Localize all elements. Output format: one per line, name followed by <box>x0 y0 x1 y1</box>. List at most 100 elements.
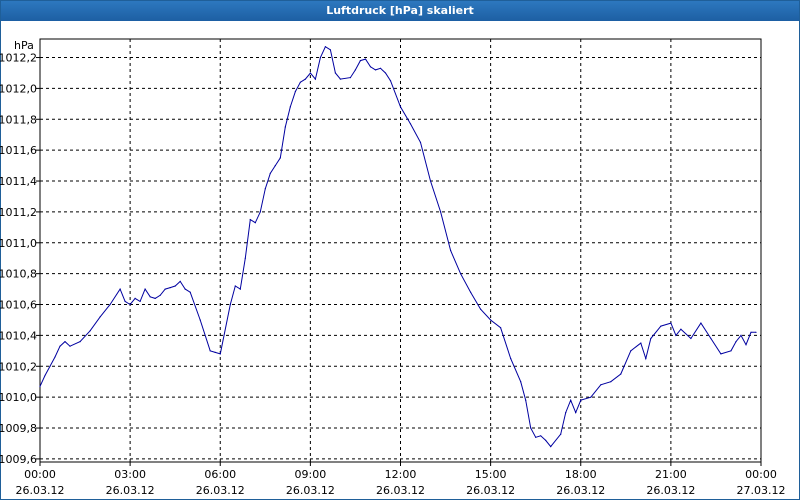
data-point <box>164 288 166 290</box>
data-point <box>69 345 71 347</box>
x-tick-date: 26.03.12 <box>466 484 515 497</box>
data-point <box>550 446 552 448</box>
data-point <box>750 331 752 333</box>
y-tick-label: 1011,6 <box>0 144 37 157</box>
x-tick-time: 12:00 <box>385 468 417 481</box>
x-tick-date: 26.03.12 <box>196 484 245 497</box>
data-point <box>650 337 652 340</box>
data-point <box>470 291 472 293</box>
luftdruck-chart: 1012,2 1012,0 1011,8 1011,6 1011,4 1011,2 1011… <box>0 38 785 497</box>
y-tick-label: 1010,4 <box>0 329 37 342</box>
data-point <box>399 106 402 108</box>
data-point <box>419 141 422 143</box>
data-point <box>49 365 51 367</box>
x-tick-time: 18:00 <box>565 468 597 481</box>
data-point <box>600 384 602 386</box>
data-point <box>680 328 682 330</box>
y-tick-label: 1009,6 <box>0 453 37 466</box>
data-point <box>304 78 306 80</box>
data-point <box>409 123 412 125</box>
chart-grid <box>40 39 761 462</box>
data-point <box>184 288 186 290</box>
data-point <box>730 350 732 352</box>
y-tick-label: 1010,6 <box>0 299 37 312</box>
data-point <box>369 66 372 68</box>
data-point <box>279 157 281 159</box>
data-point <box>620 373 622 375</box>
data-point <box>339 78 341 80</box>
data-point <box>254 222 256 224</box>
data-point <box>89 330 91 332</box>
data-point <box>154 297 156 299</box>
x-tick-time: 15:00 <box>475 468 507 481</box>
data-point <box>540 435 542 437</box>
data-point <box>610 381 612 383</box>
y-tick-label: 1011,2 <box>0 206 37 219</box>
data-point <box>690 337 692 340</box>
data-point <box>384 72 387 74</box>
x-tick-date: 26.03.12 <box>376 484 425 497</box>
x-tick-date: 26.03.12 <box>286 484 335 497</box>
data-point <box>189 291 191 293</box>
data-point <box>334 72 336 74</box>
data-point <box>530 427 532 429</box>
data-point <box>169 287 171 289</box>
data-point <box>329 49 331 51</box>
x-tick-date: 26.03.12 <box>106 484 155 497</box>
data-point <box>520 381 522 383</box>
y-axis-ticks: 1012,2 1012,0 1011,8 1011,6 1011,4 1011,2 1011… <box>0 52 40 466</box>
data-point <box>755 331 757 333</box>
data-point <box>374 69 377 71</box>
data-point <box>229 303 231 306</box>
data-point <box>159 294 161 296</box>
data-point <box>660 325 662 327</box>
data-point <box>294 90 296 93</box>
data-point <box>389 80 392 82</box>
data-point <box>139 300 141 302</box>
data-point <box>565 412 567 414</box>
data-point <box>99 316 101 318</box>
x-axis-ticks: 00:00 26.03.12 03:00 26.03.12 06:00 26.03.12 0… <box>16 462 785 497</box>
data-point <box>234 285 236 287</box>
x-tick-time: 09:00 <box>295 468 327 481</box>
data-point <box>319 56 321 59</box>
data-point <box>500 327 502 329</box>
data-point <box>269 172 271 174</box>
y-tick-label: 1009,8 <box>0 422 37 435</box>
data-point <box>440 211 442 213</box>
y-tick-label: 1011,8 <box>0 113 37 126</box>
data-point <box>79 341 81 343</box>
data-point <box>570 399 572 401</box>
y-tick-label: 1011,4 <box>0 175 37 188</box>
data-point <box>119 288 121 290</box>
data-point <box>740 334 742 336</box>
data-point <box>219 353 221 355</box>
y-axis-label: hPa <box>14 39 34 52</box>
x-tick-time: 21:00 <box>655 468 687 481</box>
data-point <box>324 46 326 48</box>
data-point <box>244 257 246 259</box>
data-point <box>44 374 46 377</box>
x-tick-date: 26.03.12 <box>556 484 605 497</box>
data-point <box>700 322 702 324</box>
data-point <box>199 319 201 321</box>
y-tick-label: 1012,2 <box>0 52 37 65</box>
data-point <box>450 249 452 252</box>
data-point <box>490 319 492 321</box>
data-point <box>735 341 737 343</box>
series-line-luftdruck <box>39 45 756 448</box>
data-point <box>580 399 582 401</box>
x-tick-time: 03:00 <box>114 468 146 481</box>
data-point <box>535 436 537 438</box>
data-point <box>64 341 66 343</box>
data-point <box>299 81 301 83</box>
data-point <box>289 106 291 108</box>
data-point <box>575 412 577 414</box>
data-point <box>560 433 562 435</box>
x-tick-time: 00:00 <box>745 468 777 481</box>
data-point <box>264 188 266 190</box>
data-point <box>59 345 61 347</box>
data-point <box>545 439 547 441</box>
y-tick-label: 1011,0 <box>0 237 37 250</box>
data-point <box>745 344 747 346</box>
